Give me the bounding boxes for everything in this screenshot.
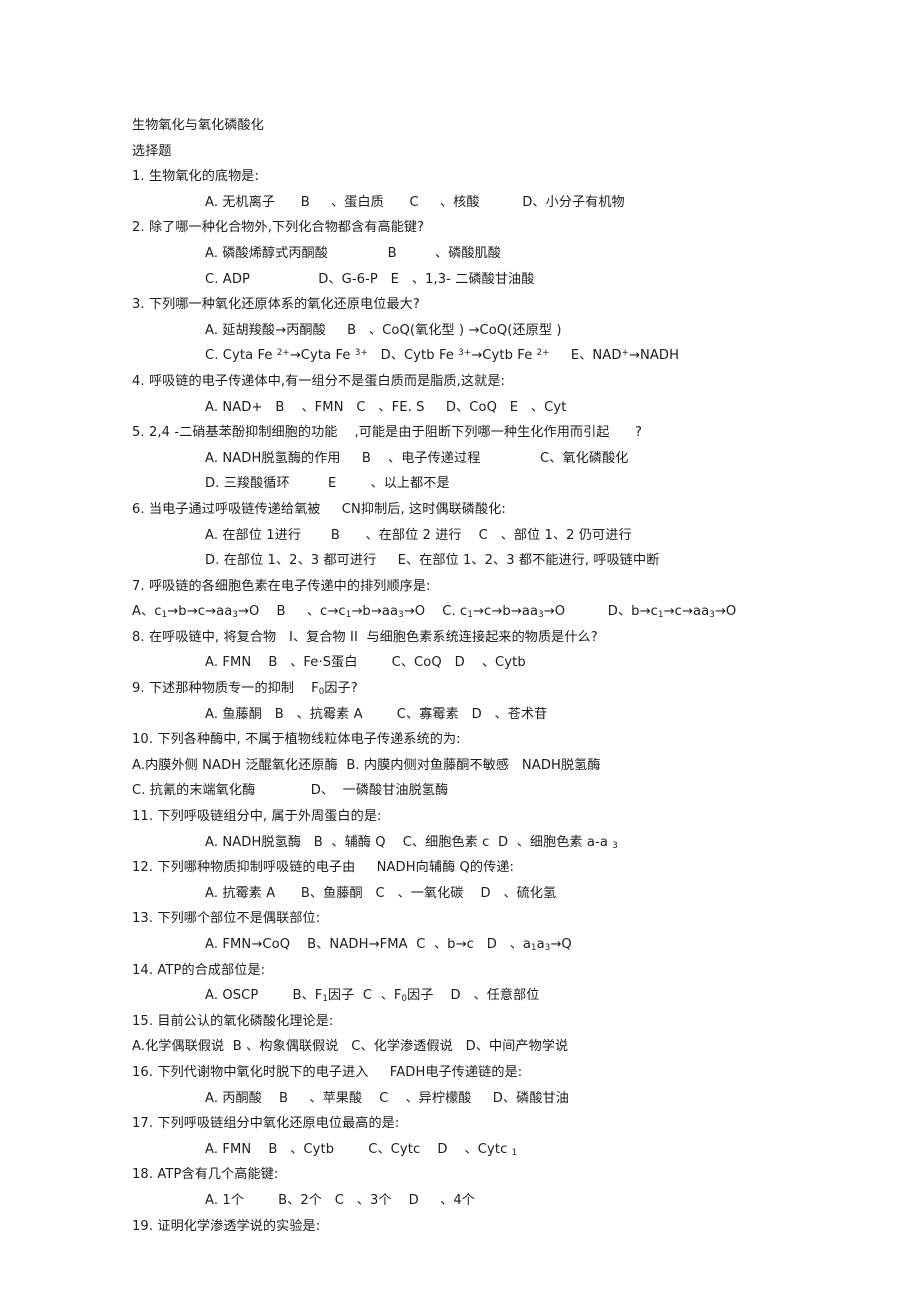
doc-line-q1-a: A. 无机离子 B 、蛋白质 C 、核酸 D、小分子有机物: [205, 194, 625, 210]
doc-line-q9-stem: 9. 下述那种物质专一的抑制 F0因子?: [132, 681, 358, 697]
doc-line-q7-stem: 7. 呼吸链的各细胞色素在电子传递中的排列顺序是:: [132, 578, 431, 594]
doc-line-q11-stem: 11. 下列呼吸链组分中, 属于外周蛋白的是:: [132, 809, 382, 825]
doc-line-q2-a: A. 磷酸烯醇式丙酮酸 B 、磷酸肌酸: [205, 245, 501, 261]
doc-line-q14-a: A. OSCP B、F1因子 C 、F0因子 D 、任意部位: [205, 988, 540, 1005]
doc-line-q5-a: A. NADH脱氢酶的作用 B 、电子传递过程 C、氧化磷酸化: [205, 450, 629, 466]
doc-line-q13-stem: 13. 下列哪个部位不是偶联部位:: [132, 911, 321, 927]
doc-line-q15-a: A.化学偶联假说 B 、构象偶联假说 C、化学渗透假说 D、中间产物学说: [132, 1039, 569, 1055]
doc-line-q18-stem: 18. ATP含有几个高能键:: [132, 1167, 279, 1183]
doc-line-q9-a: A. 鱼藤酮 B 、抗霉素 A C、寡霉素 D 、苍术苷: [205, 706, 548, 722]
doc-line-q5-stem: 5. 2,4 -二硝基苯酚抑制细胞的功能 ,可能是由于阻断下列哪一种生化作用而引…: [132, 425, 643, 441]
doc-line-q10-stem: 10. 下列各种酶中, 不属于植物线粒体电子传递系统的为:: [132, 732, 461, 748]
doc-line-q17-stem: 17. 下列呼吸链组分中氧化还原电位最高的是:: [132, 1116, 400, 1132]
doc-line-q15-stem: 15. 目前公认的氧化磷酸化理论是:: [132, 1013, 334, 1029]
doc-line-q3-b: C. Cyta Fe 2+→Cyta Fe 3+ D、Cytb Fe 3+→Cy…: [205, 348, 680, 364]
doc-line-q5-b: D. 三羧酸循环 E 、以上都不是: [205, 476, 450, 492]
doc-line-q8-stem: 8. 在呼吸链中, 将复合物 I、复合物 II 与细胞色素系统连接起来的物质是什…: [132, 629, 598, 645]
doc-line-q4-a: A. NAD+ B 、FMN C 、FE. S D、CoQ E 、Cyt: [205, 399, 567, 415]
document-body: 生物氧化与氧化磷酸化 选择题 1. 生物氧化的底物是: A. 无机离子 B 、蛋白质 …: [132, 113, 792, 1239]
doc-line-q14-stem: 14. ATP的合成部位是:: [132, 962, 266, 978]
document-page: 生物氧化与氧化磷酸化 选择题 1. 生物氧化的底物是: A. 无机离子 B 、蛋白质 …: [0, 0, 920, 1303]
doc-line-q4-stem: 4. 呼吸链的电子传递体中,有一组分不是蛋白质而是脂质,这就是:: [132, 373, 506, 389]
doc-line-q1-stem: 1. 生物氧化的底物是:: [132, 169, 260, 185]
doc-line-title: 生物氧化与氧化磷酸化: [132, 118, 264, 133]
doc-line-q6-b: D. 在部位 1、2、3 都可进行 E、在部位 1、2、3 都不能进行, 呼吸链…: [205, 553, 660, 569]
doc-line-q7-a: A、c1→b→c→aa3→O B 、c→c1→b→aa3→O C. c1→c→b…: [132, 604, 737, 621]
doc-line-q12-a: A. 抗霉素 A B、鱼藤酮 C 、一氧化碳 D 、硫化氢: [205, 885, 557, 901]
doc-line-q8-a: A. FMN B 、Fe·S蛋白 C、CoQ D 、Cytb: [205, 655, 526, 671]
doc-line-q2-b: C. ADP D、G-6-P E 、1,3- 二磷酸甘油酸: [205, 271, 535, 287]
doc-line-q10-b: C. 抗氰的末端氧化酶 D、 一磷酸甘油脱氢酶: [132, 783, 449, 799]
doc-line-q3-stem: 3. 下列哪一种氧化还原体系的氧化还原电位最大?: [132, 297, 420, 313]
doc-line-q12-stem: 12. 下列哪种物质抑制呼吸链的电子由 NADH向辅酶 Q的传递:: [132, 860, 515, 876]
doc-line-q11-a: A. NADH脱氢酶 B 、辅酶 Q C、细胞色素 c D 、细胞色素 a-a …: [205, 834, 618, 851]
doc-line-q10-a: A.内膜外侧 NADH 泛醌氧化还原酶 B. 内膜内侧对鱼藤酮不敏感 NADH脱…: [132, 757, 601, 773]
doc-line-q16-stem: 16. 下列代谢物中氧化时脱下的电子进入 FADH电子传递链的是:: [132, 1064, 523, 1080]
doc-line-q13-a: A. FMN→CoQ B、NADH→FMA C 、b→c D 、a1a3→Q: [205, 937, 572, 953]
doc-line-q2-stem: 2. 除了哪一种化合物外,下列化合物都含有高能键?: [132, 220, 425, 236]
doc-line-q18-a: A. 1个 B、2个 C 、3个 D 、4个: [205, 1192, 475, 1208]
doc-line-q19-stem: 19. 证明化学渗透学说的实验是:: [132, 1218, 321, 1234]
doc-line-q6-stem: 6. 当电子通过呼吸链传递给氧被 CN抑制后, 这时偶联磷酸化:: [132, 501, 506, 517]
doc-line-q6-a: A. 在部位 1进行 B 、在部位 2 进行 C 、部位 1、2 仍可进行: [205, 527, 632, 543]
doc-line-q3-a: A. 延胡羧酸→丙酮酸 B 、CoQ(氧化型 ) →CoQ(还原型 ): [205, 322, 562, 338]
doc-line-section: 选择题: [132, 143, 172, 159]
doc-line-q16-a: A. 丙酮酸 B 、苹果酸 C 、异柠檬酸 D、磷酸甘油: [205, 1090, 569, 1106]
doc-line-q17-a: A. FMN B 、Cytb C、Cytc D 、Cytc 1: [205, 1141, 518, 1158]
